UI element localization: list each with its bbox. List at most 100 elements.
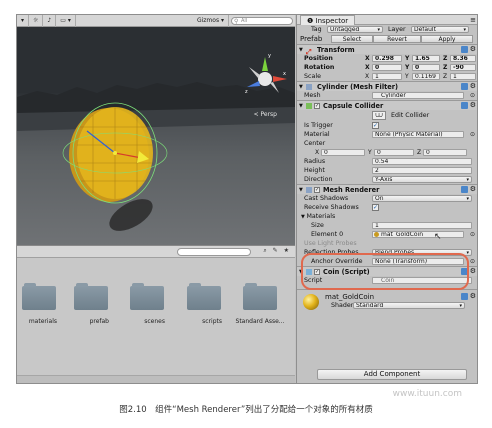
anchor-override-field[interactable]: None (Transform) — [372, 258, 464, 265]
coin-script-header[interactable]: ▼ ✓ Coin (Script) ⚙ — [297, 266, 477, 276]
height-field[interactable]: 2 — [372, 167, 472, 174]
cast-shadows-label: Cast Shadows — [304, 195, 349, 202]
help-icon[interactable] — [460, 293, 468, 300]
object-picker-icon[interactable]: ⊙ — [470, 257, 475, 266]
project-scrollbar[interactable] — [17, 375, 295, 383]
help-icon[interactable] — [460, 83, 468, 90]
shading-mode-dropdown[interactable]: ▾ — [17, 15, 30, 27]
mesh-renderer-enabled-checkbox[interactable]: ✓ — [314, 187, 320, 193]
physic-material-field[interactable]: None (Physic Material) — [372, 131, 464, 138]
radius-label: Radius — [304, 158, 326, 165]
add-component-button[interactable]: Add Component — [317, 369, 467, 380]
folder-standard-assets[interactable]: Standard Asse... — [236, 283, 284, 325]
shader-dropdown[interactable]: Standard — [353, 302, 465, 309]
folder-scripts[interactable]: scripts — [186, 283, 222, 325]
rotation-z-field[interactable]: -90 — [450, 64, 476, 71]
prefab-apply-button[interactable]: Apply — [421, 35, 473, 43]
gear-icon[interactable]: ⚙ — [470, 186, 476, 193]
prefab-revert-button[interactable]: Revert — [373, 35, 421, 43]
material-section: mat_GoldCoin Shader Standard ⚙ — [297, 289, 477, 313]
is-trigger-checkbox[interactable]: ✓ — [372, 122, 379, 129]
edit-collider-row: ⩊ Edit Collider — [297, 110, 477, 121]
help-icon[interactable] — [460, 102, 468, 109]
mesh-object-field[interactable]: Cylinder — [372, 92, 464, 99]
scale-x-field[interactable]: 1 — [372, 73, 402, 80]
tag-dropdown[interactable]: Untagged — [327, 26, 383, 33]
rotation-row: Rotation X0 Y0 Z -90 — [297, 63, 477, 72]
transform-header[interactable]: ▼ ⤢ Transform ⚙ — [297, 44, 477, 56]
scale-y-field[interactable]: 0.1169 — [412, 73, 440, 80]
gizmo-center[interactable] — [113, 151, 117, 155]
folder-materials[interactable]: materials — [21, 283, 57, 325]
audio-toggle-icon[interactable]: ♪ — [43, 15, 57, 27]
search-icon: ⚲ — [234, 17, 239, 25]
radius-field[interactable]: 0.54 — [372, 158, 472, 165]
scale-label: Scale — [304, 73, 321, 80]
coin-script-enabled-checkbox[interactable]: ✓ — [314, 269, 320, 275]
scale-z-field[interactable]: 1 — [450, 73, 476, 80]
help-icon[interactable] — [460, 186, 468, 193]
gear-icon[interactable]: ⚙ — [470, 83, 476, 90]
mesh-renderer-header[interactable]: ▼ ✓ Mesh Renderer ⚙ — [297, 184, 477, 194]
materials-row: ▼ Materials — [297, 212, 477, 221]
folder-scenes[interactable]: scenes — [129, 283, 165, 325]
object-picker-icon[interactable]: ⊙ — [470, 91, 475, 100]
capsule-collider-enabled-checkbox[interactable]: ✓ — [314, 103, 320, 109]
rotation-x-field[interactable]: 0 — [372, 64, 402, 71]
mesh-renderer-icon — [306, 187, 312, 193]
materials-size-field[interactable]: 1 — [372, 222, 472, 229]
search-placeholder: All — [241, 17, 248, 24]
layer-dropdown[interactable]: Default — [411, 26, 469, 33]
center-z-field[interactable]: 0 — [423, 149, 467, 156]
element0-row: Element 0 mat_GoldCoin ⊙ ↖ — [297, 230, 477, 242]
mesh-label: Mesh — [304, 92, 321, 99]
position-y-field[interactable]: 1.65 — [412, 55, 440, 62]
project-toolbar-icons[interactable]: ⌕ ✎ ★ — [263, 247, 291, 255]
gizmos-dropdown[interactable]: Gizmos ▾ — [193, 15, 229, 27]
scene-viewport[interactable]: y x z < Persp — [17, 27, 295, 245]
2d-toggle-button[interactable]: ☼ — [29, 15, 44, 27]
gear-icon[interactable]: ⚙ — [470, 46, 476, 53]
folder-icon — [243, 283, 277, 310]
gear-icon[interactable]: ⚙ — [470, 102, 476, 109]
anchor-override-row: Anchor Override None (Transform) ⊙ — [297, 257, 477, 266]
center-y-field[interactable]: 0 — [374, 149, 414, 156]
element0-field[interactable]: mat_GoldCoin — [372, 231, 464, 238]
cast-shadows-dropdown[interactable]: On — [372, 195, 472, 202]
panel-menu-icon[interactable]: ≡ — [470, 15, 476, 25]
material-swatch-icon — [374, 232, 379, 237]
scene-search-input[interactable]: ⚲ All — [231, 16, 293, 25]
object-picker-icon[interactable]: ⊙ — [470, 230, 475, 239]
project-search-input[interactable] — [177, 248, 251, 256]
inspector-tab[interactable]: ❶ Inspector — [300, 15, 356, 25]
mesh-filter-header[interactable]: ▼ Cylinder (Mesh Filter) ⚙ — [297, 81, 477, 91]
gear-icon[interactable]: ⚙ — [470, 293, 476, 300]
folder-prefab[interactable]: prefab — [73, 283, 109, 325]
prefab-row: Prefab Select Revert Apply — [297, 34, 477, 44]
folder-label: scripts — [202, 318, 222, 325]
rotation-y-field[interactable]: 0 — [412, 64, 440, 71]
help-icon[interactable] — [460, 268, 468, 275]
persp-label[interactable]: < Persp — [254, 111, 277, 118]
receive-shadows-checkbox[interactable]: ✓ — [372, 204, 379, 211]
position-x-field[interactable]: 0.298 — [372, 55, 402, 62]
edit-collider-button[interactable]: ⩊ — [372, 111, 386, 120]
script-icon — [306, 269, 312, 275]
receive-shadows-row: Receive Shadows ✓ — [297, 203, 477, 212]
reflection-probes-dropdown[interactable]: Blend Probes — [372, 249, 472, 256]
folder-icon — [187, 283, 221, 310]
material-name: mat_GoldCoin — [325, 293, 374, 301]
capsule-collider-header[interactable]: ▼ ✓ Capsule Collider ⚙ — [297, 100, 477, 110]
effects-toggle-icon[interactable]: ▭ ▾ — [56, 15, 76, 27]
position-z-field[interactable]: 8.36 — [450, 55, 476, 62]
center-row: X0 Y0 Z0 — [297, 148, 477, 157]
direction-dropdown[interactable]: Y-Axis — [372, 176, 472, 183]
help-icon[interactable] — [460, 46, 468, 53]
mesh-row: Mesh Cylinder ⊙ — [297, 91, 477, 100]
object-picker-icon[interactable]: ⊙ — [470, 130, 475, 139]
script-field: Coin — [372, 277, 472, 284]
height-row: Height 2 — [297, 166, 477, 175]
prefab-select-button[interactable]: Select — [331, 35, 373, 43]
center-x-field[interactable]: 0 — [321, 149, 365, 156]
gear-icon[interactable]: ⚙ — [470, 268, 476, 275]
